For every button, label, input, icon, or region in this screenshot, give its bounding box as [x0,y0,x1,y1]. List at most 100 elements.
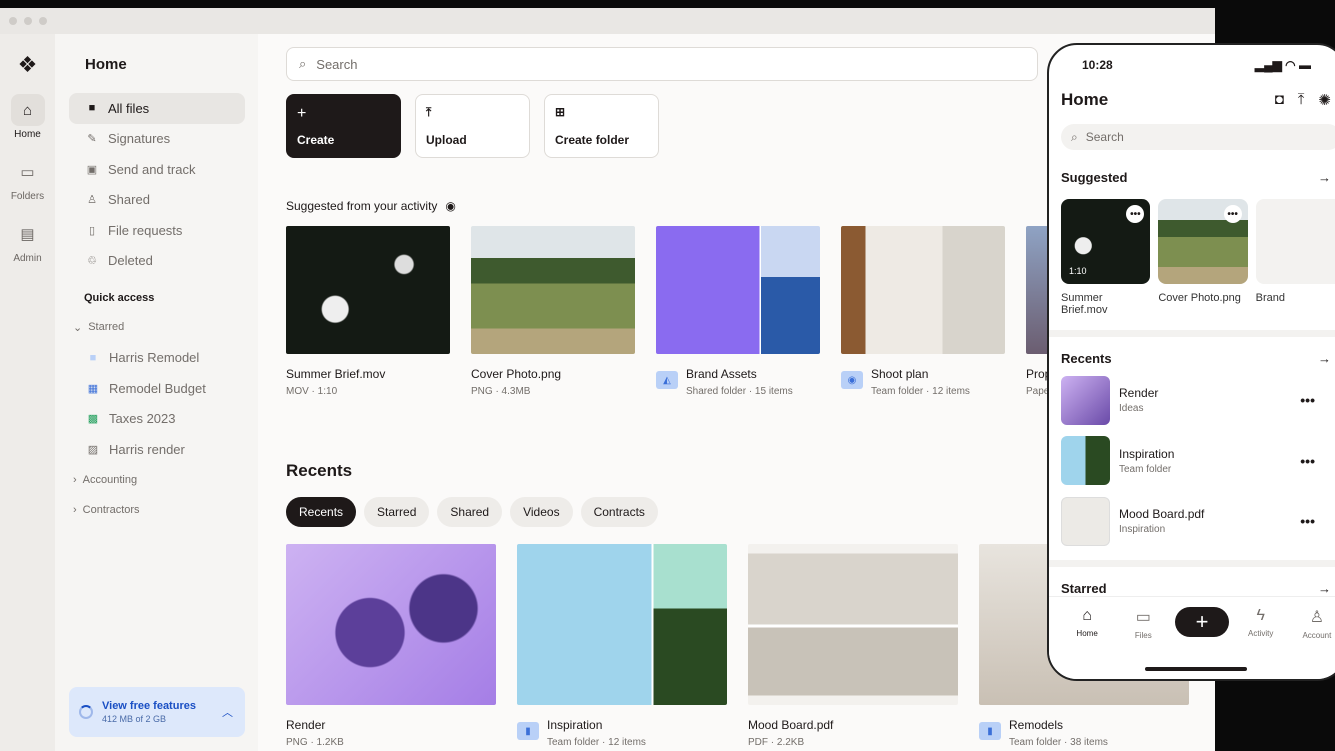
label: Files [1134,631,1152,640]
more-icon[interactable]: ••• [1300,392,1315,408]
meta: PDF · 2.2KB [748,737,805,748]
free-title: View free features [102,700,196,712]
suggested-card[interactable]: ◭ Brand Assets Shared folder · 15 items [656,226,820,397]
rail-home[interactable]: ⌂ Home [10,94,45,140]
thumbnail [656,226,820,354]
label: Contractors [82,504,140,517]
label: All files [108,100,150,116]
plus-icon: + [297,105,307,122]
rail-folders[interactable]: ▭ Folders [11,156,45,202]
name: Summer Brief.mov [1061,292,1108,316]
quick-access-heading: Quick access [84,292,155,304]
chevron-right-icon: › [73,473,77,486]
recent-item[interactable]: Render Ideas ••• [1061,370,1335,431]
rail-label: Folders [10,191,45,202]
suggested-card[interactable]: Cover Photo.png PNG · 4.3MB [471,226,635,397]
thumbnail [286,226,450,354]
suggested-item[interactable]: ••• Cover Photo.png [1158,199,1248,316]
more-icon[interactable]: ••• [1223,205,1242,223]
maximize-button[interactable] [39,17,47,25]
label: Upload [426,133,467,147]
more-icon[interactable]: ••• [1126,205,1145,223]
dropbox-logo-icon[interactable]: ❖ [18,52,38,78]
chip-contracts[interactable]: Contracts [580,497,658,527]
mobile-app: 10:28 ▂▄▆ ◠ ▬ Home ◘ ⤒ ✺ ⌕ Search Suggested → … [1047,43,1335,681]
tab-home[interactable]: ⌂ Home [1059,607,1115,679]
sidebar-item-file-requests[interactable]: ▯ File requests [69,215,245,246]
suggested-card[interactable]: ◉ Shoot plan Team folder · 12 items [841,226,1005,397]
user-icon: ♙ [87,194,97,207]
status-icons: ▂▄▆ ◠ ▬ [1254,58,1311,72]
search-placeholder: Search [1085,130,1124,144]
meta: Team folder · 12 items [871,386,970,397]
upload-button[interactable]: ⤒ Upload [415,94,530,158]
thumbnail [517,544,727,705]
sidebar-item-send-and-track[interactable]: ▣ Send and track [69,154,245,185]
recent-card[interactable]: Render PNG · 1.2KB [286,544,496,748]
suggested-item[interactable]: Brand [1255,199,1335,316]
starred-item[interactable]: ■ Harris Remodel [55,343,245,374]
sidebar-item-shared[interactable]: ♙ Shared [69,185,245,216]
arrow-right-icon[interactable]: → [1318,351,1331,366]
label: Activity [1248,629,1274,638]
more-icon[interactable]: ••• [1300,453,1315,469]
palette-icon[interactable]: ✺ [1318,91,1331,109]
starred-item[interactable]: ▩ Taxes 2023 [55,404,245,435]
eye-icon[interactable]: ◉ [445,199,455,213]
sidebar-item-deleted[interactable]: ♲ Deleted [69,246,245,277]
chip-starred[interactable]: Starred [364,497,430,527]
meta: Ideas [1119,403,1144,415]
label: Harris Remodel [109,350,200,366]
suggested-heading: Suggested from your activity [286,199,438,213]
view-free-features-button[interactable]: View free features 412 MB of 2 GB ︿ [69,687,245,737]
chip-recents[interactable]: Recents [286,497,357,527]
sidebar: Home ■ All files ✎ Signatures ▣ Send and tr… [55,34,258,751]
create-button[interactable]: + Create [286,94,401,158]
thumbnail: ••• [1158,199,1248,284]
suggested-card[interactable]: Summer Brief.mov MOV · 1:10 [286,226,450,397]
recent-item[interactable]: Mood Board.pdf Inspiration ••• [1061,491,1335,552]
chip-videos[interactable]: Videos [510,497,573,527]
team-folder-icon: ◉ [841,371,863,389]
duration: 1:10 [1069,266,1087,276]
team-folder-icon: ▮ [517,722,539,740]
recent-item[interactable]: Inspiration Team folder ••• [1061,431,1335,492]
label: Accounting [82,473,138,486]
chip-shared[interactable]: Shared [437,497,503,527]
meta: PNG · 1.2KB [286,737,344,748]
starred-group[interactable]: ⌄ Starred [55,312,245,343]
camera-upload-icon[interactable]: ◘ [1275,91,1284,109]
accounting-group[interactable]: › Accounting [55,465,245,496]
recents-heading: Recents [1061,351,1112,366]
name: Cover Photo.png [1158,292,1241,304]
folder-icon: ■ [89,351,97,364]
shared-folder-icon: ◭ [656,371,678,389]
sidebar-item-signatures[interactable]: ✎ Signatures [69,124,245,155]
meta: MOV · 1:10 [286,386,338,397]
home-icon: ⌂ [10,94,45,126]
name: Summer Brief.mov [286,367,386,381]
phone-search-input[interactable]: ⌕ Search [1061,124,1335,150]
minimize-button[interactable] [24,17,32,25]
contractors-group[interactable]: › Contractors [55,495,245,526]
arrow-right-icon[interactable]: → [1318,170,1331,185]
recent-card[interactable]: ▮ Inspiration Team folder · 12 items [517,544,727,748]
search-input[interactable]: ⌕ Search [286,47,1038,81]
close-button[interactable] [9,17,17,25]
more-icon[interactable]: ••• [1300,513,1315,529]
create-folder-button[interactable]: ⊞ Create folder [544,94,659,158]
upload-icon[interactable]: ⤒ [1298,91,1305,109]
label: Signatures [108,131,171,147]
add-button[interactable]: + [1175,607,1229,637]
rail-admin[interactable]: ▤ Admin [11,218,45,264]
sidebar-item-all-files[interactable]: ■ All files [69,93,245,124]
recent-card[interactable]: Mood Board.pdf PDF · 2.2KB [748,544,958,748]
suggested-item[interactable]: ••• 1:10 Summer Brief.mov [1061,199,1151,316]
starred-item[interactable]: ▦ Remodel Budget [55,373,245,404]
label: Deleted [108,253,153,269]
nav-rail: ❖ ⌂ Home ▭ Folders ▤ Admin [0,34,55,751]
starred-item[interactable]: ▨ Harris render [55,434,245,465]
tab-account[interactable]: ♙ Account [1289,607,1335,679]
arrow-right-icon[interactable]: → [1318,581,1331,596]
label: Create folder [555,133,630,147]
